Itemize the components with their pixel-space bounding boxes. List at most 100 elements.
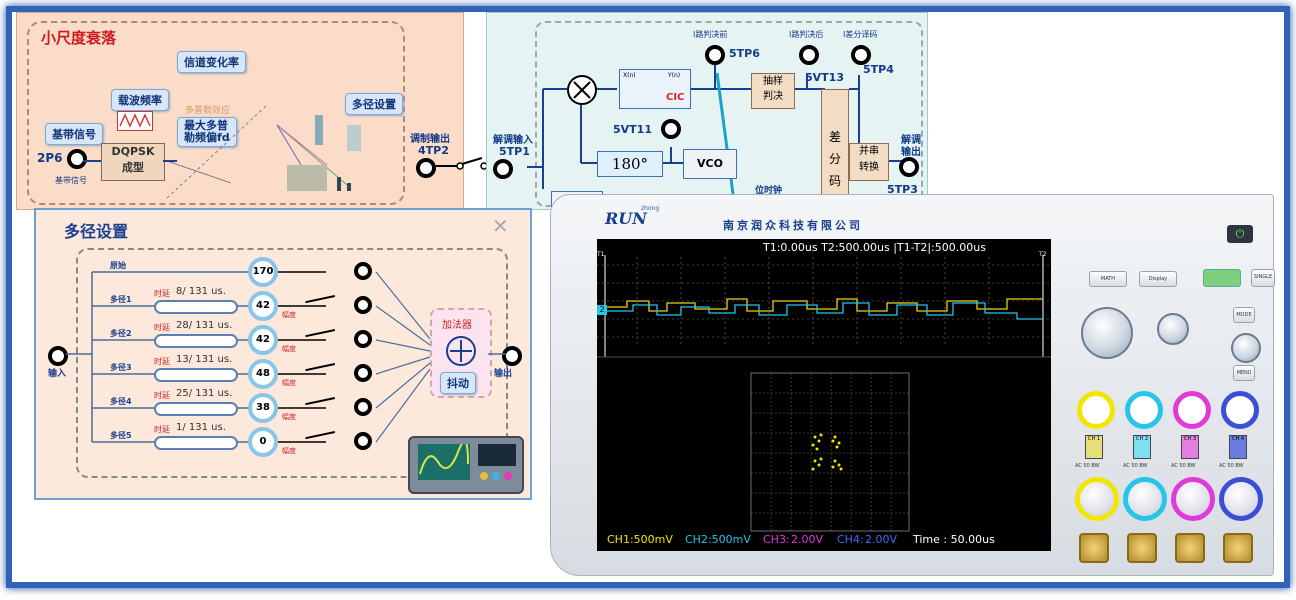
horizontal-scale-knob[interactable] (1157, 313, 1189, 345)
bnc-connector[interactable] (1223, 533, 1253, 563)
tp-5tp1-label: 5TP1 (499, 145, 530, 158)
power-button[interactable]: ⏻ (1227, 225, 1253, 243)
brand-sub: zhong (641, 205, 660, 212)
tp-5vt11-probe[interactable] (661, 119, 681, 139)
menu-button[interactable]: MENU (1233, 365, 1255, 381)
trigger-level-knob[interactable] (1231, 333, 1261, 363)
amplitude-label: 幅度 (282, 311, 296, 319)
amplitude-label: 幅度 (282, 345, 296, 353)
cic-yn: Y(n) (668, 72, 681, 79)
demod-in-label: 解调输入 (493, 135, 533, 146)
tp-5tp4-probe[interactable] (851, 45, 871, 65)
channel-scale-knob[interactable] (1171, 477, 1215, 521)
channel-scale-knob[interactable] (1075, 477, 1119, 521)
wire (375, 305, 431, 346)
delay-value: 8/ 131 us. (176, 286, 226, 297)
ps-label-1: 并串 (859, 146, 879, 157)
phase-180-block: 180° (597, 151, 663, 177)
amplitude-dial[interactable]: 48 (248, 359, 278, 389)
path-output-probe[interactable] (354, 432, 372, 450)
delay-value: 25/ 131 us. (176, 388, 233, 399)
delay-slider[interactable] (154, 334, 238, 348)
run-stop-button[interactable] (1203, 269, 1241, 287)
amplitude-dial[interactable]: 0 (248, 427, 278, 457)
delay-label: 时延 (154, 391, 170, 400)
path-output-probe[interactable] (354, 296, 372, 314)
bnc-connector[interactable] (1079, 533, 1109, 563)
coupling-label: AC 50 BW (1123, 463, 1148, 469)
diff-char-2: 分 (828, 152, 841, 166)
channel-tag[interactable]: CH 1 (1085, 435, 1103, 459)
delay-slider[interactable] (154, 436, 238, 450)
amplitude-dial[interactable]: 38 (248, 393, 278, 423)
wire (375, 356, 431, 375)
mode-button[interactable]: MODE (1233, 307, 1255, 323)
path-output-probe[interactable] (354, 364, 372, 382)
single-button[interactable]: SINGLE (1251, 269, 1275, 287)
channel-position-knob[interactable] (1173, 391, 1211, 429)
amplitude-label: 幅度 (282, 447, 296, 455)
delay-slider[interactable] (154, 402, 238, 416)
delay-slider[interactable] (154, 300, 238, 314)
path-output-probe[interactable] (354, 330, 372, 348)
delay-value: 1/ 131 us. (176, 422, 226, 433)
cic-xn: X(n) (623, 72, 636, 79)
wire (375, 339, 431, 352)
channel-tag[interactable]: CH 3 (1181, 435, 1199, 459)
math-button[interactable]: MATH (1089, 271, 1127, 287)
oscilloscope: RUN zhong 南京润众科技有限公司 T1:0.00us T2:500.00… (550, 194, 1275, 576)
tp-5tp1-probe[interactable] (493, 159, 513, 179)
delay-label: 时延 (154, 357, 170, 366)
sample-label: 抽样 (763, 76, 783, 87)
delay-label: 时延 (154, 425, 170, 434)
pre-decision-label: I路判决前 (693, 30, 728, 39)
wire (375, 368, 431, 443)
tp-5tp6-probe[interactable] (705, 45, 725, 65)
post-decision-label: I路判决后 (789, 30, 824, 39)
delay-label: 时延 (154, 289, 170, 298)
amplitude-dial[interactable]: 42 (248, 325, 278, 355)
ch4-label: CH4: (837, 533, 864, 546)
channel-position-knob[interactable] (1077, 391, 1115, 429)
ch2-marker: 2 (597, 305, 607, 315)
display-button[interactable]: Display (1139, 271, 1177, 287)
tp-5vt13-probe[interactable] (799, 45, 819, 65)
vco-block: VCO (683, 149, 737, 179)
delay-value: 28/ 131 us. (176, 320, 233, 331)
channel-position-knob[interactable] (1125, 391, 1163, 429)
path-output-probe[interactable] (354, 398, 372, 416)
path-label: 原始 (110, 261, 126, 270)
mixer-icon (567, 75, 597, 105)
ch3-label: CH3: (763, 533, 790, 546)
ch1-readout: CH1:500mV (607, 533, 673, 546)
bnc-connector[interactable] (1175, 533, 1205, 563)
channel-scale-knob[interactable] (1219, 477, 1263, 521)
channel-tag[interactable]: CH 4 (1229, 435, 1247, 459)
ch4-value: 2.00V (865, 533, 898, 546)
ch3-value: 2.00V (791, 533, 824, 546)
demod-panel: 解调输入 5TP1 X(n) Y(n) CIC 180° VCO 5VT11 I… (486, 12, 928, 211)
demod-out-probe[interactable] (899, 157, 919, 177)
cic-label: CIC (666, 92, 685, 103)
path-output-probe[interactable] (354, 262, 372, 280)
diff-char-3: 码 (828, 174, 841, 188)
horizontal-position-knob[interactable] (1081, 307, 1133, 359)
diff-decode-label: I差分译码 (843, 30, 878, 39)
channel-scale-knob[interactable] (1123, 477, 1167, 521)
path-label: 多径1 (110, 295, 132, 304)
tp-5vt11-label: 5VT11 (613, 123, 652, 136)
multipath-dialog: 多径设置 ✕ 输入 输出 加法器 抖动 原始 170 多径1 时延 8/ 131 us.… (34, 208, 532, 500)
bnc-connector[interactable] (1127, 533, 1157, 563)
channel-tag[interactable]: CH 2 (1133, 435, 1151, 459)
delay-slider[interactable] (154, 368, 238, 382)
amplitude-dial[interactable]: 42 (248, 291, 278, 321)
path-label: 多径4 (110, 397, 132, 406)
company-name: 南京润众科技有限公司 (723, 219, 863, 232)
amplitude-label: 幅度 (282, 413, 296, 421)
decision-label: 判决 (763, 91, 783, 102)
amplitude-dial[interactable]: 170 (248, 257, 278, 287)
channel-position-knob[interactable] (1221, 391, 1259, 429)
coupling-label: AC 50 BW (1171, 463, 1196, 469)
app-frame: 小尺度衰落 信道变化率 载波频率 多普勒效应 最大多普 勒频偏fd 多径设置 基… (6, 6, 1290, 588)
coupling-label: AC 50 BW (1219, 463, 1244, 469)
